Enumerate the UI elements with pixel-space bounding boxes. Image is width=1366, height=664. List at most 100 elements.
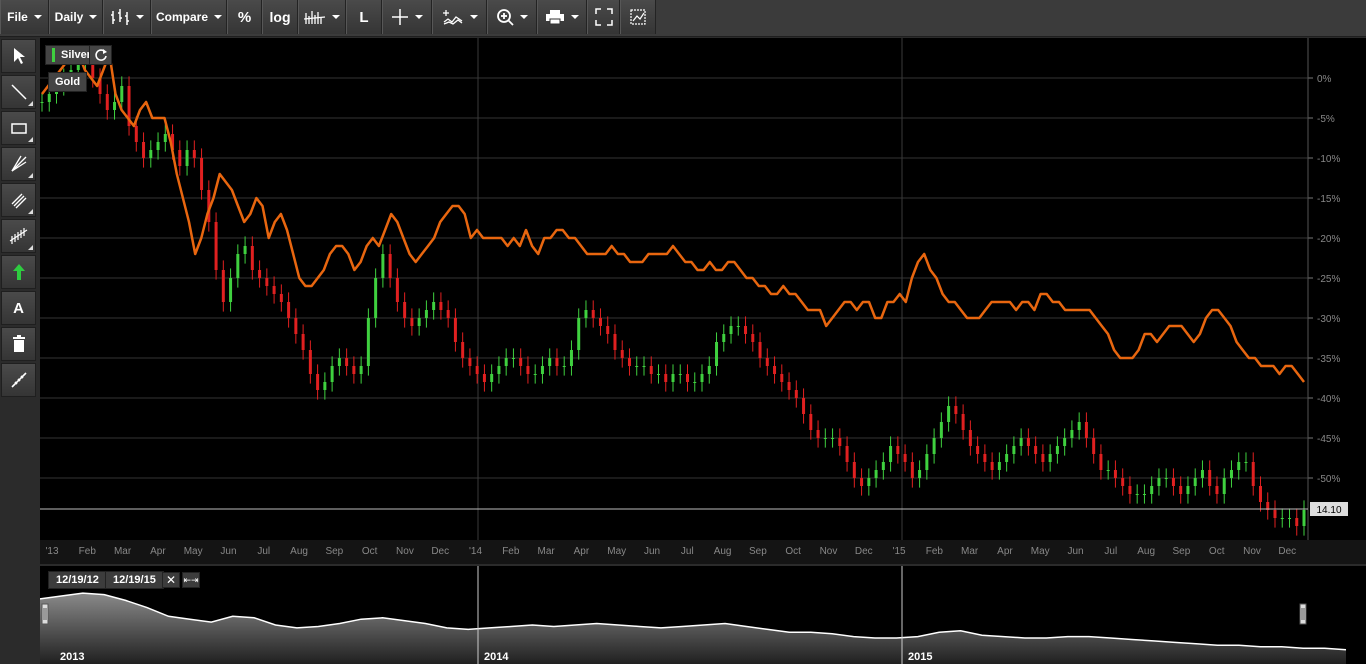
silver-candle-body bbox=[910, 462, 914, 478]
zoom-dropdown[interactable] bbox=[487, 0, 537, 34]
silver-candle-body bbox=[461, 342, 465, 358]
x-tick-label: Jul bbox=[257, 546, 270, 557]
silver-candle-body bbox=[258, 270, 262, 278]
pointer-tool-button[interactable] bbox=[1, 39, 36, 73]
silver-candle-body bbox=[780, 374, 784, 382]
silver-candle-body bbox=[330, 366, 334, 382]
silver-candle-body bbox=[1208, 470, 1212, 486]
silver-candle-body bbox=[308, 350, 312, 374]
silver-candle-body bbox=[860, 478, 864, 486]
silver-candle-body bbox=[874, 470, 878, 478]
silver-candle-body bbox=[642, 366, 646, 367]
expand-horizontal-icon: ⇤⇥ bbox=[183, 574, 199, 585]
silver-candle-body bbox=[765, 358, 769, 366]
silver-candle-body bbox=[1048, 454, 1052, 462]
pattern-tool-button[interactable] bbox=[1, 219, 36, 253]
silver-candle-body bbox=[417, 318, 421, 326]
studies-dropdown[interactable] bbox=[432, 0, 487, 34]
chevron-down-icon bbox=[136, 15, 144, 19]
percent-button[interactable]: % bbox=[227, 0, 262, 34]
silver-candle-body bbox=[1055, 446, 1059, 454]
legend-silver-label: Silver bbox=[61, 49, 91, 61]
silver-candle-body bbox=[374, 278, 378, 318]
rectangle-tool-button[interactable] bbox=[1, 111, 36, 145]
file-menu-label: File bbox=[7, 10, 28, 24]
expand-range-button[interactable]: ⇤⇥ bbox=[182, 572, 200, 588]
bar-chart-type-icon bbox=[111, 9, 129, 25]
line-draw-button[interactable]: L bbox=[346, 0, 382, 34]
file-menu-button[interactable]: File bbox=[0, 0, 49, 34]
silver-candle-body bbox=[896, 446, 900, 454]
silver-candle-body bbox=[1150, 486, 1154, 494]
refresh-icon bbox=[94, 49, 107, 61]
range-navigator[interactable]: 2013 2014 2015 bbox=[40, 566, 1366, 664]
chart-settings-button[interactable] bbox=[620, 0, 656, 34]
silver-candle-body bbox=[736, 326, 740, 327]
submenu-corner-icon bbox=[28, 101, 33, 106]
silver-candle-body bbox=[787, 382, 791, 390]
silver-candle-body bbox=[968, 430, 972, 446]
silver-candle-body bbox=[1186, 486, 1190, 494]
silver-candle-body bbox=[983, 454, 987, 462]
x-tick-label: Aug bbox=[714, 546, 732, 557]
silver-candle-body bbox=[134, 126, 138, 142]
reset-chart-button[interactable] bbox=[89, 45, 112, 65]
navigator-year-label: 2013 bbox=[60, 651, 84, 663]
silver-candle-body bbox=[1034, 446, 1038, 454]
crosshair-dropdown[interactable] bbox=[382, 0, 432, 34]
log-scale-button[interactable]: log bbox=[262, 0, 298, 34]
chevron-down-icon bbox=[89, 15, 98, 19]
y-tick-label: -20% bbox=[1317, 234, 1340, 245]
range-start-date[interactable]: 12/19/12 bbox=[48, 571, 107, 589]
compare-dropdown[interactable]: Compare bbox=[151, 0, 227, 34]
print-dropdown[interactable] bbox=[537, 0, 587, 34]
diagonal-line-icon bbox=[10, 84, 27, 100]
navigator-left-handle[interactable] bbox=[41, 603, 49, 625]
x-tick-label: Oct bbox=[785, 546, 801, 557]
x-tick-label: Nov bbox=[820, 546, 838, 557]
silver-candle-body bbox=[635, 366, 639, 367]
y-tick-label: -10% bbox=[1317, 154, 1340, 165]
drawing-toolbar: A bbox=[0, 38, 37, 398]
silver-candle-body bbox=[925, 454, 929, 470]
silver-candle-body bbox=[316, 374, 320, 390]
fan-tool-button[interactable] bbox=[1, 147, 36, 181]
silver-candle-body bbox=[113, 102, 117, 110]
x-tick-label: Mar bbox=[538, 546, 556, 557]
delete-drawings-button[interactable] bbox=[1, 327, 36, 361]
silver-candle-body bbox=[120, 86, 124, 102]
arrow-marker-button[interactable] bbox=[1, 255, 36, 289]
log-label: log bbox=[269, 9, 291, 25]
x-tick-label: Feb bbox=[79, 546, 97, 557]
channel-tool-button[interactable] bbox=[1, 183, 36, 217]
chevron-down-icon bbox=[332, 15, 340, 19]
range-end-date[interactable]: 12/19/15 bbox=[105, 571, 164, 589]
navigator-year-label: 2015 bbox=[908, 651, 932, 663]
close-range-button[interactable]: ✕ bbox=[162, 572, 180, 588]
silver-candle-body bbox=[562, 366, 566, 367]
silver-candle-body bbox=[939, 422, 943, 438]
text-tool-button[interactable]: A bbox=[1, 291, 36, 325]
silver-candle-body bbox=[504, 358, 508, 366]
fullscreen-button[interactable] bbox=[587, 0, 620, 34]
y-tick-label: 0% bbox=[1317, 74, 1332, 85]
silver-candle-body bbox=[236, 254, 240, 278]
silver-candle-body bbox=[287, 302, 291, 318]
silver-candle-body bbox=[533, 374, 537, 375]
navigator-right-handle[interactable] bbox=[1299, 603, 1307, 625]
silver-candle-body bbox=[294, 318, 298, 334]
price-chart[interactable]: 0% -5% -10% -15% -20% -25% -30% -35% -40% -45% -50… bbox=[40, 38, 1366, 564]
legend-gold[interactable]: Gold bbox=[48, 72, 88, 92]
period-dropdown[interactable]: Daily bbox=[49, 0, 103, 34]
ruler-tool-button[interactable] bbox=[1, 363, 36, 397]
x-tick-label: Nov bbox=[396, 546, 414, 557]
chevron-down-icon bbox=[571, 15, 579, 19]
indicators-dropdown[interactable] bbox=[298, 0, 346, 34]
x-tick-label: Mar bbox=[961, 546, 979, 557]
x-tick-label: Mar bbox=[114, 546, 132, 557]
silver-candle-body bbox=[149, 150, 153, 158]
chart-frame-icon bbox=[630, 9, 646, 25]
line-tool-button[interactable] bbox=[1, 75, 36, 109]
line-draw-label: L bbox=[359, 8, 369, 26]
chart-type-dropdown[interactable] bbox=[103, 0, 151, 34]
